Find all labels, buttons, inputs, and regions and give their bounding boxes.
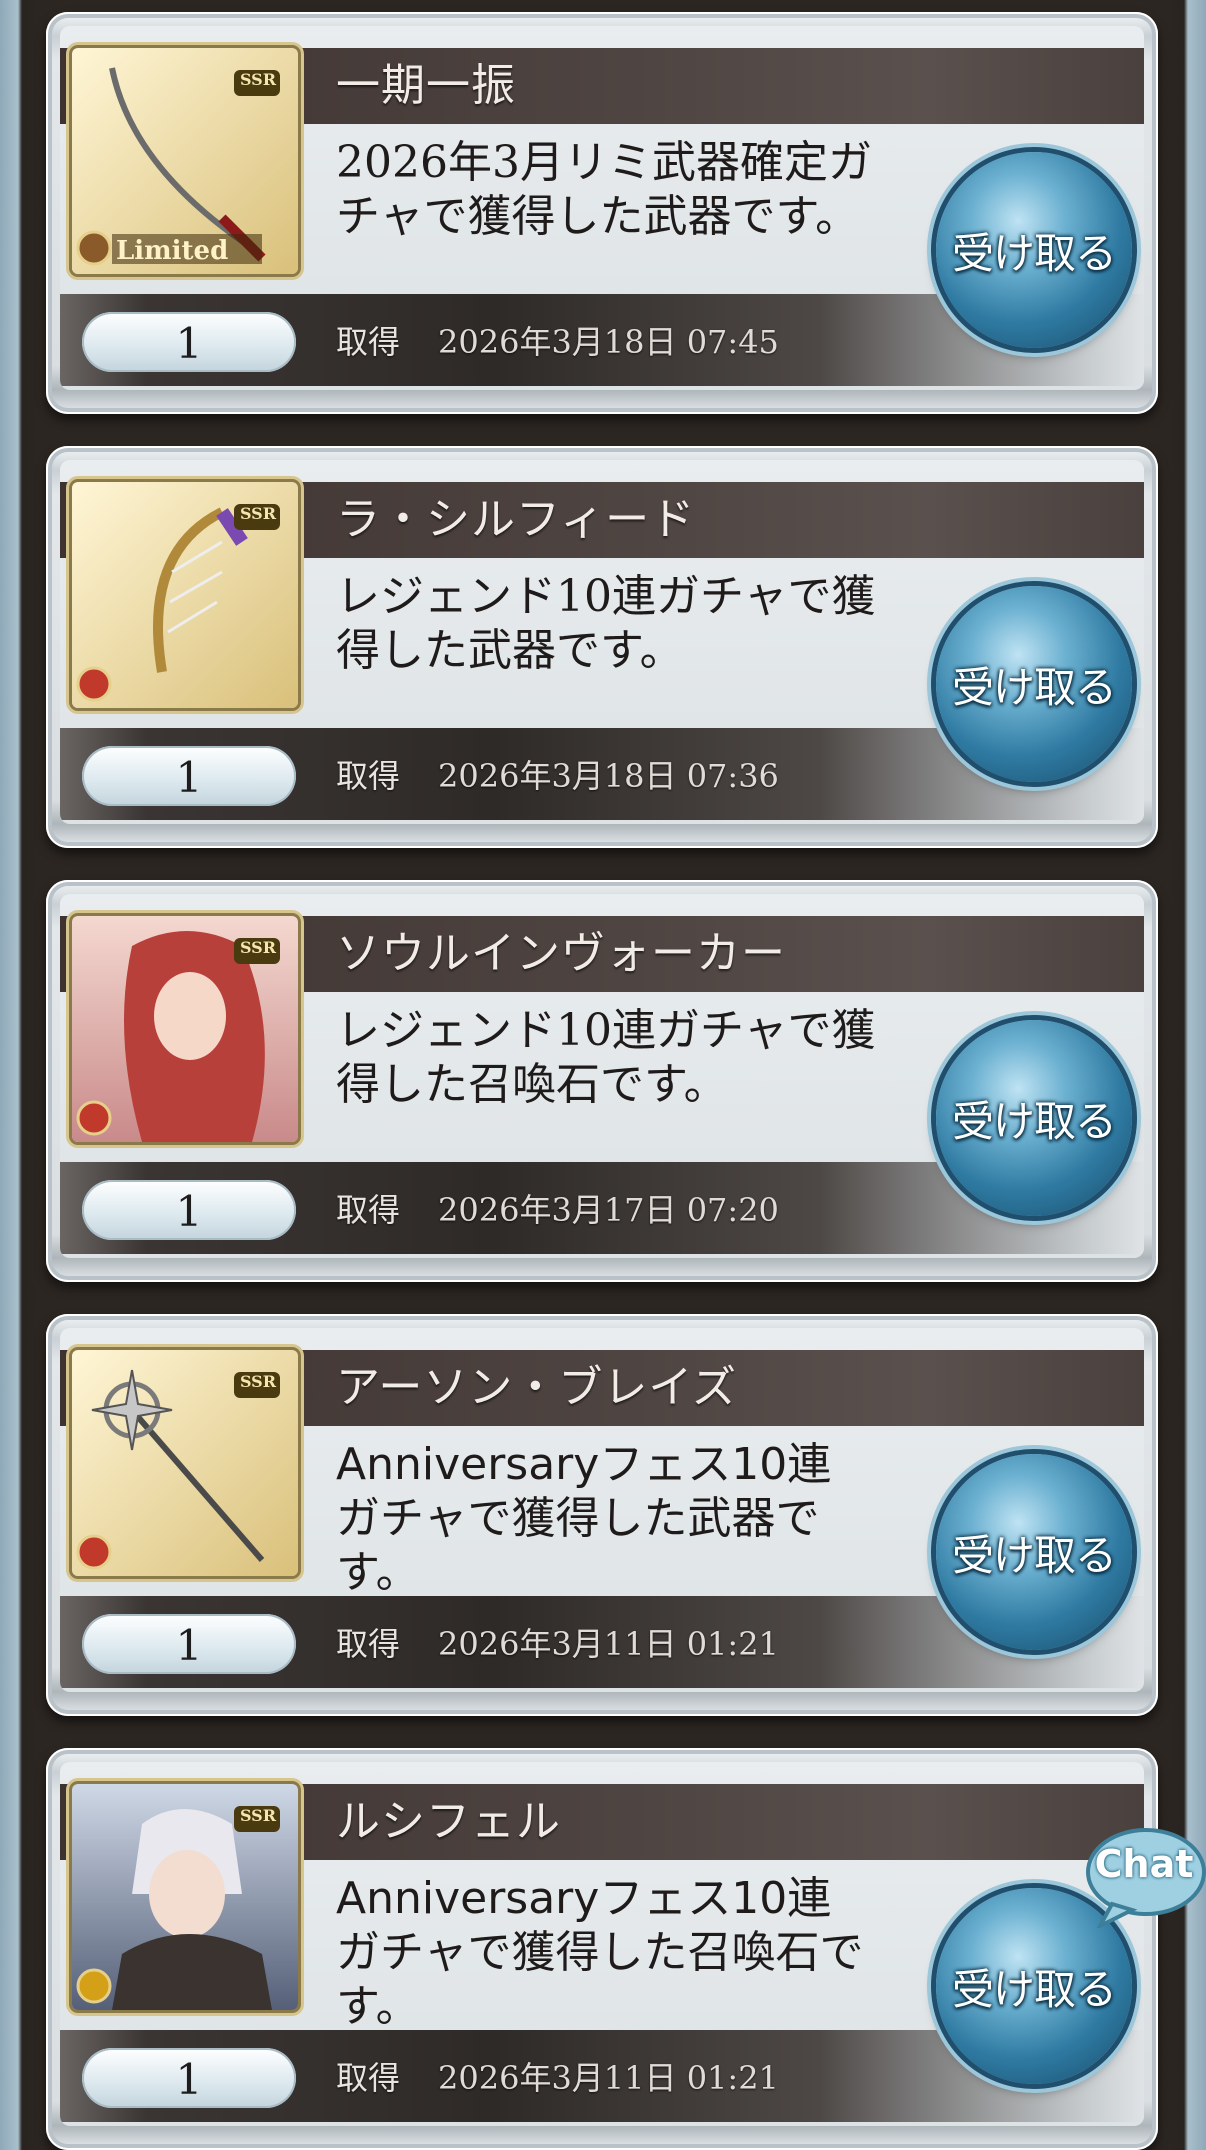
desc-line: ガチャで獲得した武器で bbox=[336, 1493, 820, 1544]
acquired-label: 取得 bbox=[336, 1191, 401, 1229]
gift-card: ルシフェル Anniversaryフェス10連 ガチャで獲得した召喚石で す。 … bbox=[46, 1748, 1158, 2150]
desc-line: Anniversaryフェス10連 bbox=[336, 1439, 832, 1490]
desc-line: す。 bbox=[336, 1981, 420, 2032]
rarity-badge: SSR bbox=[239, 1372, 277, 1391]
quantity-pill: 1 bbox=[82, 312, 296, 372]
acquired-date: 2026年3月11日 01:21 bbox=[438, 1625, 779, 1663]
acquired-label: 取得 bbox=[336, 2059, 401, 2097]
quantity-pill: 1 bbox=[82, 746, 296, 806]
gift-card-body: ソウルインヴォーカー レジェンド10連ガチャで獲 得した召喚石です。 1 取得 … bbox=[60, 894, 1144, 1258]
desc-line: Anniversaryフェス10連 bbox=[336, 1873, 832, 1924]
staff-icon: SSR bbox=[72, 1350, 298, 1576]
desc-line: 2026年3月リミ武器確定ガ bbox=[336, 137, 872, 188]
acquired-date: 2026年3月18日 07:36 bbox=[438, 757, 779, 795]
acquired-label: 取得 bbox=[336, 1625, 401, 1663]
acquired-date: 2026年3月11日 01:21 bbox=[438, 2059, 779, 2097]
claim-button[interactable]: 受け取る bbox=[936, 152, 1132, 348]
claim-button-label: 受け取る bbox=[951, 228, 1117, 278]
desc-line: レジェンド10連ガチャで獲 bbox=[336, 571, 876, 622]
acquired-label: 取得 bbox=[336, 323, 401, 361]
chat-button[interactable]: Chat bbox=[1082, 1822, 1206, 1931]
claim-button-label: 受け取る bbox=[951, 662, 1117, 712]
item-description: Anniversaryフェス10連 ガチャで獲得した武器で す。 bbox=[336, 1438, 896, 1600]
item-description: Anniversaryフェス10連 ガチャで獲得した召喚石で す。 bbox=[336, 1872, 896, 2034]
item-name: ルシフェル bbox=[336, 1796, 561, 1847]
claim-button-label: 受け取る bbox=[951, 1964, 1117, 2014]
gift-card: ラ・シルフィード レジェンド10連ガチャで獲 得した武器です。 1 取得 202… bbox=[46, 446, 1158, 848]
item-name: ラ・シルフィード bbox=[336, 494, 696, 545]
item-name: アーソン・ブレイズ bbox=[336, 1362, 738, 1413]
summon-portrait-icon: SSR bbox=[72, 1784, 298, 2010]
chat-label: Chat bbox=[1094, 1842, 1194, 1886]
acquired-date: 2026年3月17日 07:20 bbox=[438, 1191, 779, 1229]
desc-line: レジェンド10連ガチャで獲 bbox=[336, 1005, 876, 1056]
quantity-pill: 1 bbox=[82, 1614, 296, 1674]
item-description: レジェンド10連ガチャで獲 得した召喚石です。 bbox=[336, 1004, 896, 1112]
gift-card-body: 一期一振 2026年3月リミ武器確定ガ チャで獲得した武器です。 1 取得 20… bbox=[60, 26, 1144, 390]
harp-icon: SSR bbox=[72, 482, 298, 708]
gift-list: 一期一振 2026年3月リミ武器確定ガ チャで獲得した武器です。 1 取得 20… bbox=[0, 0, 1206, 2150]
claim-button[interactable]: 受け取る bbox=[936, 1020, 1132, 1216]
desc-line: 得した召喚石です。 bbox=[336, 1059, 728, 1110]
desc-line: す。 bbox=[336, 1547, 420, 1598]
desc-line: チャで獲得した武器です。 bbox=[336, 191, 860, 242]
claim-button[interactable]: 受け取る bbox=[936, 586, 1132, 782]
gift-card-body: アーソン・ブレイズ Anniversaryフェス10連 ガチャで獲得した武器で … bbox=[60, 1328, 1144, 1692]
katana-icon: SSR Limited bbox=[72, 48, 298, 274]
claim-button-label: 受け取る bbox=[951, 1096, 1117, 1146]
item-description: 2026年3月リミ武器確定ガ チャで獲得した武器です。 bbox=[336, 136, 896, 244]
quantity-pill: 1 bbox=[82, 1180, 296, 1240]
rarity-badge: SSR bbox=[239, 1806, 277, 1825]
claim-button[interactable]: 受け取る bbox=[936, 1454, 1132, 1650]
acquired-label: 取得 bbox=[336, 757, 401, 795]
gift-card: ソウルインヴォーカー レジェンド10連ガチャで獲 得した召喚石です。 1 取得 … bbox=[46, 880, 1158, 1282]
gift-card-body: ラ・シルフィード レジェンド10連ガチャで獲 得した武器です。 1 取得 202… bbox=[60, 460, 1144, 824]
quantity-pill: 1 bbox=[82, 2048, 296, 2108]
desc-line: 得した武器です。 bbox=[336, 625, 684, 676]
rarity-badge: SSR bbox=[239, 938, 277, 957]
limited-badge: Limited bbox=[116, 236, 229, 266]
item-name: ソウルインヴォーカー bbox=[336, 928, 786, 979]
rarity-badge: SSR bbox=[239, 70, 277, 89]
claim-button-label: 受け取る bbox=[951, 1530, 1117, 1580]
gift-card-body: ルシフェル Anniversaryフェス10連 ガチャで獲得した召喚石で す。 … bbox=[60, 1762, 1144, 2126]
gift-card: 一期一振 2026年3月リミ武器確定ガ チャで獲得した武器です。 1 取得 20… bbox=[46, 12, 1158, 414]
rarity-badge: SSR bbox=[239, 504, 277, 523]
desc-line: ガチャで獲得した召喚石で bbox=[336, 1927, 864, 1978]
item-description: レジェンド10連ガチャで獲 得した武器です。 bbox=[336, 570, 896, 678]
acquired-date: 2026年3月18日 07:45 bbox=[438, 323, 779, 361]
gift-card: アーソン・ブレイズ Anniversaryフェス10連 ガチャで獲得した武器で … bbox=[46, 1314, 1158, 1716]
summon-portrait-icon: SSR bbox=[72, 916, 298, 1142]
item-name: 一期一振 bbox=[336, 60, 516, 111]
